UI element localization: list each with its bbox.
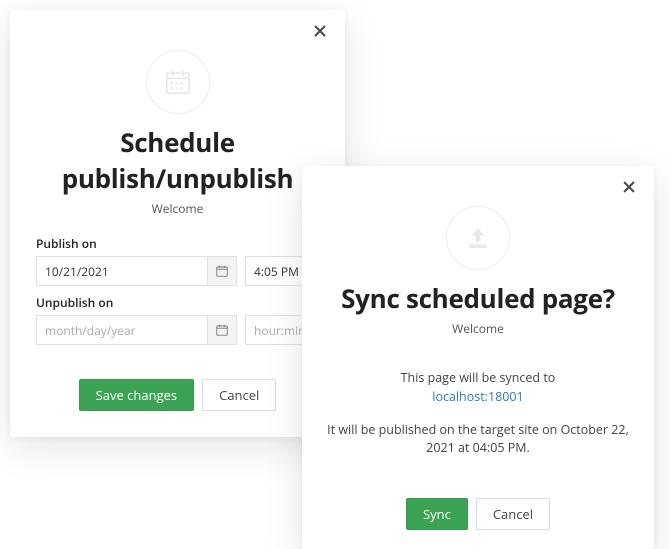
dialog-title: Schedule publish/unpublish [32,124,323,196]
sync-target-text: This page will be synced to localhost:18… [324,369,632,407]
date-picker-icon[interactable] [207,315,237,345]
schedule-publish-dialog: Schedule publish/unpublish Welcome Publi… [10,10,345,437]
sync-scheduled-dialog: Sync scheduled page? Welcome This page w… [302,166,654,549]
unpublish-date-input[interactable] [36,315,207,345]
publish-on-label: Publish on [36,235,323,252]
save-changes-button[interactable]: Save changes [79,379,194,411]
cancel-button[interactable]: Cancel [476,498,550,530]
dialog-actions: Save changes Cancel [32,379,323,411]
sync-schedule-text: It will be published on the target site … [324,421,632,459]
publish-on-row [36,256,319,286]
cancel-button[interactable]: Cancel [202,379,276,411]
dialog-subtitle: Welcome [324,320,632,337]
dialog-subtitle: Welcome [32,200,323,217]
close-icon[interactable] [622,180,640,198]
publish-date-input[interactable] [36,256,207,286]
upload-icon [446,206,510,270]
dialog-title: Sync scheduled page? [324,280,632,316]
sync-line1: This page will be synced to [401,369,556,386]
close-icon[interactable] [313,24,331,42]
sync-target-link[interactable]: localhost:18001 [432,388,523,405]
unpublish-on-label: Unpublish on [36,294,323,311]
unpublish-on-row [36,315,319,345]
calendar-icon [146,50,210,114]
sync-button[interactable]: Sync [406,498,468,530]
date-picker-icon[interactable] [207,256,237,286]
dialog-actions: Sync Cancel [324,498,632,530]
